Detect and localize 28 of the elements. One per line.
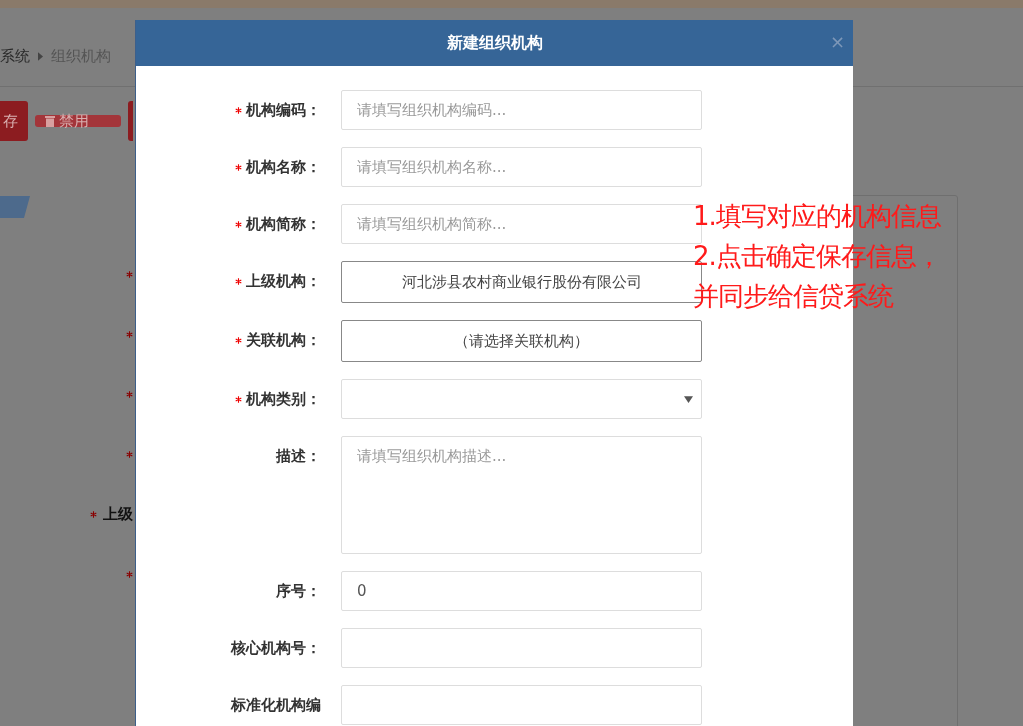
toolbar-button[interactable]: 存 xyxy=(0,101,28,141)
field-label: 序号： xyxy=(276,581,321,601)
breadcrumb-item[interactable]: 系统 xyxy=(0,46,30,66)
toolbar-button[interactable]: 禁用 xyxy=(35,115,121,127)
field-label: 描述： xyxy=(276,446,321,466)
select-field[interactable] xyxy=(341,379,702,419)
input-field[interactable]: 0 xyxy=(341,571,702,611)
dialog-title: 新建组织机构 xyxy=(446,32,543,54)
textarea-field[interactable]: 请填写组织机构描述... xyxy=(341,436,702,554)
picker-field[interactable]: （请选择关联机构） xyxy=(341,320,702,362)
field-label: 标准化机构编 xyxy=(231,695,321,715)
tab-background xyxy=(0,196,30,218)
field-label: 关联机构： xyxy=(246,330,321,350)
field-label: 机构编码： xyxy=(246,100,321,120)
field-label: 上级 xyxy=(103,504,133,524)
input-field[interactable] xyxy=(341,628,702,668)
input-field[interactable]: 请填写组织机构编码... xyxy=(341,90,702,130)
field-label: 上级机构： xyxy=(246,271,321,291)
input-field[interactable]: 请填写组织机构名称... xyxy=(341,147,702,187)
input-field[interactable] xyxy=(341,685,702,725)
caret-icon xyxy=(38,51,43,61)
dropdown-arrow-icon xyxy=(684,395,693,403)
trash-icon xyxy=(45,115,55,127)
field-label: 核心机构号： xyxy=(231,638,321,658)
field-label: 机构简称： xyxy=(246,214,321,234)
field-label: 机构名称： xyxy=(246,157,321,177)
field-label: 机构类别： xyxy=(246,389,321,409)
toolbar-button[interactable] xyxy=(128,101,133,141)
